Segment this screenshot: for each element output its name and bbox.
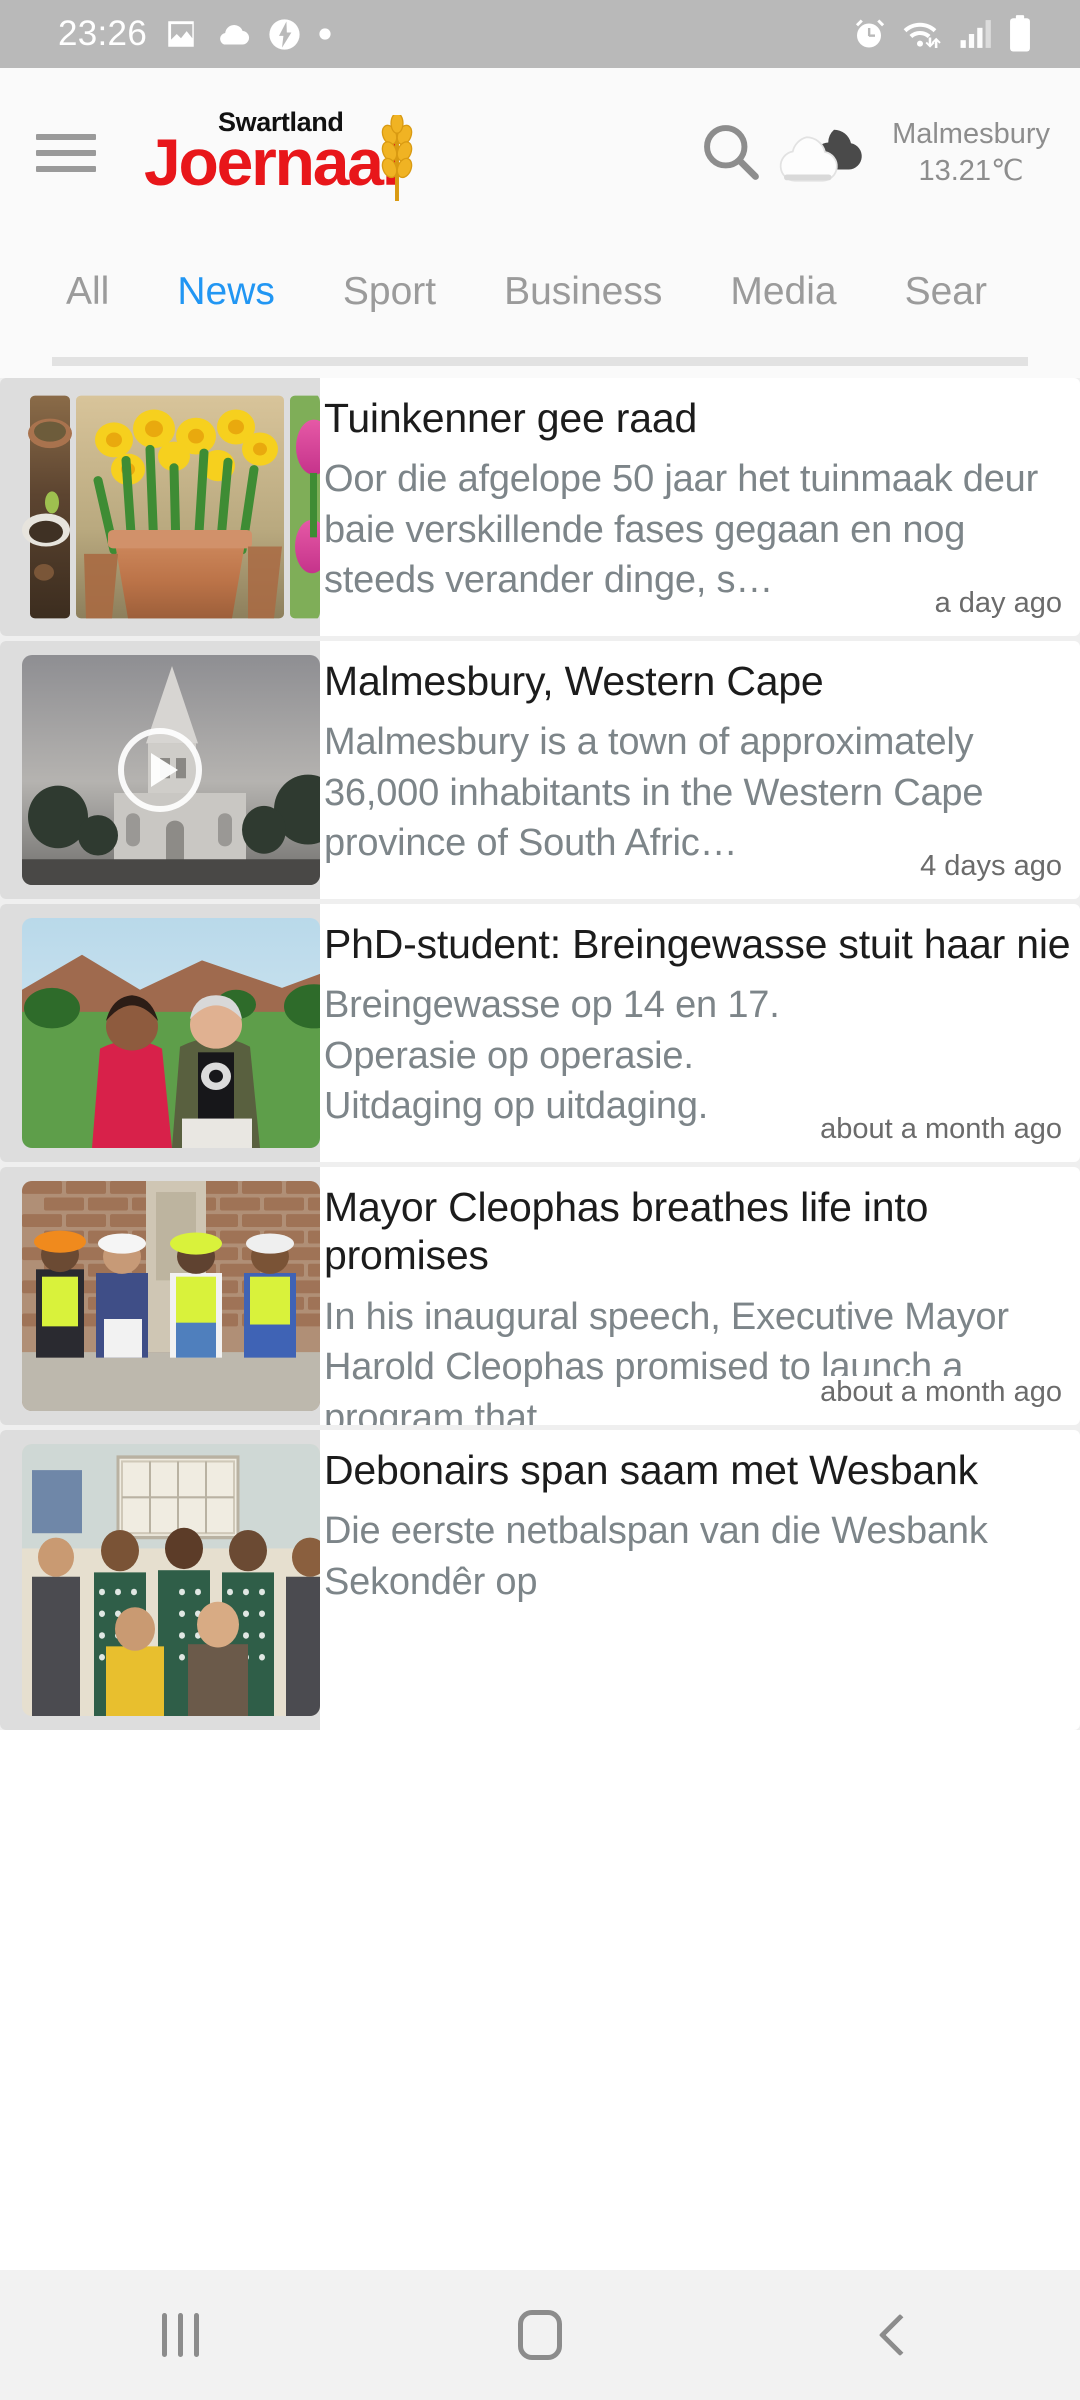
article-feed[interactable]: Tuinkenner gee raad Oor die afgelope 50 j… (0, 378, 1080, 1730)
status-time: 23:26 (58, 14, 148, 53)
app-header: Swartland Joernaal Malmesbury 13.21℃ (0, 68, 1080, 238)
tab-media[interactable]: Media (696, 270, 870, 314)
category-tabs[interactable]: All News Sport Business Media Sear (0, 238, 1080, 346)
article-body: Mayor Cleophas breathes life into promis… (320, 1167, 1080, 1425)
article-thumbnail[interactable] (0, 641, 320, 899)
article-excerpt: Breingewasse op 14 en 17. Operasie op op… (324, 984, 780, 1128)
article-thumbnail[interactable] (0, 1430, 320, 1730)
search-icon[interactable] (696, 117, 764, 190)
status-bar-left: 23:26 (58, 14, 332, 54)
weather-widget[interactable]: Malmesbury 13.21℃ (774, 113, 1050, 194)
article-body: Debonairs span saam met Wesbank Die eerst… (320, 1430, 1080, 1730)
wheat-icon (380, 112, 414, 205)
article-card[interactable]: Tuinkenner gee raad Oor die afgelope 50 j… (0, 378, 1080, 636)
category-tabs-container: All News Sport Business Media Sear (0, 238, 1080, 378)
tab-news[interactable]: News (143, 270, 309, 314)
article-card[interactable]: Mayor Cleophas breathes life into promis… (0, 1167, 1080, 1425)
article-thumbnail[interactable] (0, 1167, 320, 1425)
article-card[interactable]: Malmesbury, Western Cape Malmesbury is a … (0, 641, 1080, 899)
status-bar-right (851, 15, 1050, 53)
tab-sear[interactable]: Sear (871, 270, 1021, 314)
thumbnail-image (22, 1444, 320, 1716)
status-bar: 23:26 (0, 0, 1080, 68)
article-title[interactable]: Mayor Cleophas breathes life into promis… (324, 1183, 1072, 1280)
cloudy-icon (774, 113, 884, 194)
thumbnail-image (22, 918, 320, 1148)
image-icon (164, 17, 198, 51)
tabs-scroll-row (0, 346, 1080, 378)
android-nav-bar (0, 2270, 1080, 2400)
tab-sport[interactable]: Sport (309, 270, 470, 314)
tab-business[interactable]: Business (470, 270, 696, 314)
hamburger-icon[interactable] (36, 129, 100, 177)
back-icon[interactable] (720, 2313, 1080, 2357)
article-thumbnail[interactable] (0, 378, 320, 636)
article-body: Tuinkenner gee raad Oor die afgelope 50 j… (320, 378, 1080, 636)
flash-broken-icon (268, 18, 301, 51)
article-body: Malmesbury, Western Cape Malmesbury is a … (320, 641, 1080, 899)
article-title[interactable]: Malmesbury, Western Cape (324, 657, 1072, 705)
thumbnail-image (22, 392, 320, 622)
article-title[interactable]: Tuinkenner gee raad (324, 394, 1072, 442)
logo-subtitle: Swartland (218, 107, 344, 138)
play-icon[interactable] (118, 728, 202, 812)
article-title[interactable]: PhD-student: Breingewasse stuit haar nie (324, 920, 1072, 968)
home-icon[interactable] (360, 2310, 720, 2360)
signal-icon (959, 18, 993, 50)
article-card[interactable]: Debonairs span saam met Wesbank Die eerst… (0, 1430, 1080, 1730)
article-timestamp: about a month ago (808, 1376, 1062, 1409)
tab-all[interactable]: All (32, 270, 143, 314)
article-timestamp: 4 days ago (908, 850, 1062, 883)
tabs-scrollbar[interactable] (52, 357, 1028, 366)
battery-icon (1008, 15, 1032, 53)
dot-icon (318, 27, 332, 41)
app-logo[interactable]: Swartland Joernaal (144, 107, 413, 202)
article-excerpt: Malmesbury is a town of approximately 36… (324, 721, 984, 865)
article-body: PhD-student: Breingewasse stuit haar nie… (320, 904, 1080, 1162)
article-timestamp: a day ago (922, 587, 1062, 620)
article-thumbnail[interactable] (0, 904, 320, 1162)
article-title[interactable]: Debonairs span saam met Wesbank (324, 1446, 1072, 1494)
article-excerpt: Oor die afgelope 50 jaar het tuinmaak de… (324, 458, 1039, 602)
article-timestamp: about a month ago (808, 1113, 1062, 1146)
article-excerpt: Die eerste netbalspan van die Wesbank Se… (324, 1510, 988, 1603)
recents-icon[interactable] (0, 2313, 360, 2357)
weather-location: Malmesbury (892, 118, 1050, 151)
thumbnail-image (22, 1181, 320, 1411)
weather-temperature: 13.21℃ (918, 155, 1024, 187)
wifi-icon (902, 17, 944, 51)
cloud-icon (215, 19, 251, 49)
weather-text: Malmesbury 13.21℃ (892, 116, 1050, 190)
alarm-icon (851, 16, 887, 52)
article-card[interactable]: PhD-student: Breingewasse stuit haar nie… (0, 904, 1080, 1162)
